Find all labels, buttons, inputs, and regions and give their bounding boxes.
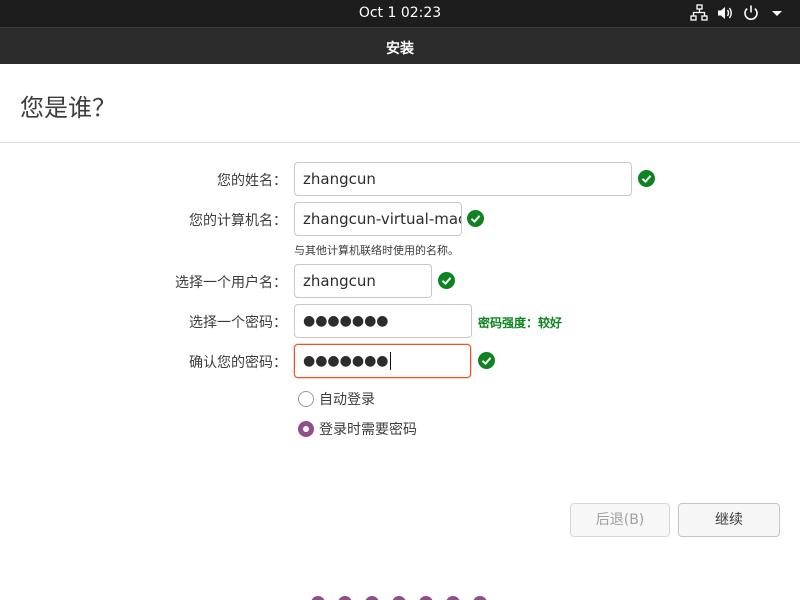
name-field[interactable]: zhangcun bbox=[294, 162, 632, 196]
clock[interactable]: Oct 1 02:23 bbox=[0, 5, 800, 21]
system-tray[interactable] bbox=[682, 4, 786, 22]
require-password-label: 登录时需要密码 bbox=[319, 422, 417, 438]
require-password-radio[interactable] bbox=[298, 421, 314, 437]
username-label: 选择一个用户名： bbox=[175, 275, 287, 291]
top-bar: Oct 1 02:23 bbox=[0, 0, 800, 27]
power-icon[interactable] bbox=[742, 4, 760, 22]
check-icon bbox=[438, 272, 455, 289]
check-icon bbox=[478, 352, 495, 369]
auto-login-label: 自动登录 bbox=[319, 392, 375, 408]
confirm-password-field[interactable]: ●●●●●●● bbox=[294, 344, 471, 378]
check-icon bbox=[467, 210, 484, 227]
window-title: 安装 bbox=[386, 41, 414, 57]
computer-name-label: 您的计算机名： bbox=[189, 213, 287, 229]
username-field[interactable]: zhangcun bbox=[294, 264, 432, 298]
window-titlebar[interactable]: 安装 bbox=[0, 27, 800, 64]
progress-dot bbox=[365, 596, 379, 600]
auto-login-option[interactable]: 自动登录 bbox=[298, 389, 375, 409]
progress-dot bbox=[446, 596, 460, 600]
password-label: 选择一个密码： bbox=[189, 315, 287, 331]
divider bbox=[0, 142, 800, 143]
name-label: 您的姓名： bbox=[217, 173, 287, 189]
auto-login-radio[interactable] bbox=[298, 391, 314, 407]
confirm-password-label: 确认您的密码： bbox=[189, 355, 287, 371]
volume-icon[interactable] bbox=[716, 4, 734, 22]
password-strength: 密码强度：较好 bbox=[478, 316, 563, 330]
computer-name-hint: 与其他计算机联络时使用的名称。 bbox=[294, 244, 459, 257]
progress-dot bbox=[338, 596, 352, 600]
network-icon[interactable] bbox=[690, 4, 708, 22]
progress-dot bbox=[392, 596, 406, 600]
require-password-option[interactable]: 登录时需要密码 bbox=[298, 419, 417, 439]
password-field[interactable]: ●●●●●●● bbox=[294, 304, 472, 338]
text-caret bbox=[389, 352, 391, 370]
menu-arrow-icon[interactable] bbox=[768, 4, 786, 22]
progress-dot bbox=[419, 596, 433, 600]
back-button[interactable]: 后退(B) bbox=[570, 503, 670, 537]
progress-dot bbox=[473, 596, 487, 600]
computer-name-field[interactable]: zhangcun-virtual-mach bbox=[294, 202, 462, 236]
continue-button[interactable]: 继续 bbox=[678, 503, 780, 537]
install-progress bbox=[311, 596, 500, 600]
page-title: 您是谁？ bbox=[20, 94, 116, 122]
check-icon bbox=[638, 170, 655, 187]
progress-dot bbox=[311, 596, 325, 600]
confirm-password-value: ●●●●●●● bbox=[303, 353, 389, 369]
